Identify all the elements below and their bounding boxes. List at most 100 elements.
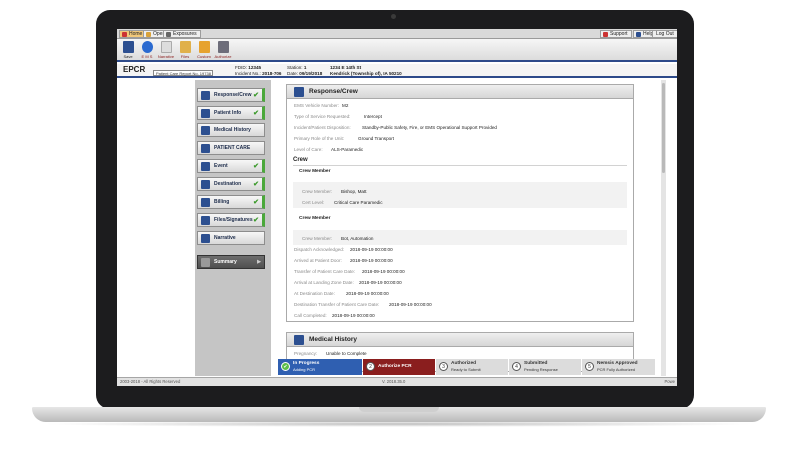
screen: Home Open Exposures Support Help Log Out… xyxy=(117,29,677,386)
nav-billing[interactable]: Billing ✔ xyxy=(197,195,265,209)
step-number: 5 xyxy=(585,362,594,371)
patient-care-icon xyxy=(201,144,210,153)
address-value: 1234 E 14th St xyxy=(330,65,362,70)
field-row: Destination Transfer of Patient Care Dat… xyxy=(294,302,432,307)
station-info: Station: 1 Date: 09/19/2018 xyxy=(287,65,322,77)
nav-response-crew[interactable]: Response/Crew ✔ xyxy=(197,88,265,102)
field-value: Intercept xyxy=(364,114,382,119)
save-tool[interactable]: Save xyxy=(119,41,137,61)
patient-icon xyxy=(201,109,210,118)
step-nemsis-approved: 5 Nemsis Approved PCR Fully Authorized xyxy=(582,359,655,375)
nav-patient-care[interactable]: PATIENT CARE xyxy=(197,141,265,155)
medical-history-header: Medical History xyxy=(287,333,633,347)
crew-heading: Crew xyxy=(293,157,308,163)
nav-patient-info[interactable]: Patient Info ✔ xyxy=(197,106,265,120)
exposures-button[interactable]: Exposures xyxy=(163,30,201,38)
powered-text: Powe xyxy=(664,379,675,384)
field-label: Destination Transfer of Patient Care Dat… xyxy=(294,302,380,307)
authorize-tool-label: Authorize xyxy=(214,54,232,59)
files-signatures-icon xyxy=(201,216,210,225)
step-authorized: 3 Authorized Ready to Submit xyxy=(436,359,508,375)
field-value: ALS-Paramedic xyxy=(331,147,364,152)
field-row: Primary Role of the Unit: Ground Transpor… xyxy=(294,136,394,141)
field-label: Pregnancy: xyxy=(294,351,318,356)
chevron-right-icon: ▶ xyxy=(257,259,261,265)
main-content: Response/Crew EMS Vehicle Number: M2 Type… xyxy=(273,80,670,376)
pcr-header: EPCR Patient Care Report No. 19738 FDID:… xyxy=(117,64,677,78)
field-label: Arrival at Landing Zone Date: xyxy=(294,280,354,285)
authorize-pcr-button[interactable]: 2 Authorize PCR xyxy=(363,359,435,375)
logout-button[interactable]: Log Out xyxy=(652,30,677,38)
camera-icon xyxy=(391,14,396,19)
check-icon: ✔ xyxy=(253,110,259,117)
home-icon xyxy=(122,32,127,37)
custom-tool[interactable]: Custom xyxy=(195,41,213,61)
billing-icon xyxy=(201,198,210,207)
field-row: Transfer of Patient Care Date: 2018-09-19… xyxy=(294,269,405,274)
nav-label: Medical History xyxy=(214,127,251,133)
field-label: Incident/Patient Disposition: xyxy=(294,125,351,130)
field-value: 2018-09-19 00:00:00 xyxy=(346,291,389,296)
field-row: Dispatch Acknowledged: 2018-09-19 00:00:0… xyxy=(294,247,393,252)
station-label: Station: xyxy=(287,65,303,70)
custom-icon xyxy=(198,41,210,53)
files-tool[interactable]: Files xyxy=(176,41,194,61)
version-text: V. 2018.35.0 xyxy=(382,379,406,384)
nav-files-signatures[interactable]: Files/Signatures ✔ xyxy=(197,213,265,227)
field-label: Crew Member: xyxy=(302,236,333,241)
date-value: 09/19/2018 xyxy=(299,71,323,76)
fdid-info: FDID: 12345 Incident No.: 2018-706 xyxy=(235,65,282,77)
crew-member-heading: Crew Member xyxy=(299,169,331,174)
nav-medical-history[interactable]: Medical History xyxy=(197,123,265,137)
divider xyxy=(293,165,627,166)
step-subtitle: Pending Response xyxy=(524,367,558,372)
field-row: Arrived at Patient Door: 2018-09-19 00:00… xyxy=(294,258,393,263)
field-value: Ground Transport xyxy=(358,136,395,141)
nav-event[interactable]: Event ✔ xyxy=(197,159,265,173)
nav-label: Patient Info xyxy=(214,110,242,116)
field-label: EMS Vehicle Number: xyxy=(294,103,339,108)
step-in-progress: ✔ In Progress Adding PCR xyxy=(278,359,362,375)
field-label: Call Completed: xyxy=(294,313,327,318)
main-scrollbar[interactable] xyxy=(661,80,666,376)
station-value: 1 xyxy=(303,65,307,70)
app-title: EPCR xyxy=(123,65,146,74)
field-value: Bishop, Matt xyxy=(341,189,367,194)
pcr-select[interactable]: Patient Care Report No. 19738 xyxy=(153,70,213,76)
response-crew-panel: Response/Crew EMS Vehicle Number: M2 Type… xyxy=(286,84,634,322)
nav-destination[interactable]: Destination ✔ xyxy=(197,177,265,191)
nav-label: Summary xyxy=(214,259,237,265)
check-icon: ✔ xyxy=(253,181,259,188)
field-value: Bot, Automation xyxy=(341,236,374,241)
ems-tool-label: E M S xyxy=(141,54,153,59)
nav-summary[interactable]: Summary ▶ xyxy=(197,255,265,269)
narrative-tool[interactable]: Narrative xyxy=(157,41,175,61)
ems-tool[interactable]: E M S xyxy=(138,41,156,61)
left-sidebar: Response/Crew ✔ Patient Info ✔ Medical His… xyxy=(195,80,271,376)
field-value: 2018-09-19 00:00:00 xyxy=(359,280,402,285)
field-label: At Destination Date: xyxy=(294,291,335,296)
check-icon: ✔ xyxy=(281,362,290,371)
check-icon: ✔ xyxy=(253,163,259,170)
medical-history-icon xyxy=(294,335,304,345)
authorize-tool[interactable]: Authorize xyxy=(214,41,232,61)
field-row: At Destination Date: 2018-09-19 00:00:00 xyxy=(294,291,389,296)
field-row: Level of Care: ALS-Paramedic xyxy=(294,147,363,152)
nav-label: Narrative xyxy=(214,235,236,241)
field-row: Crew Member: Bishop, Matt xyxy=(302,189,367,194)
home-label: Home xyxy=(129,31,143,37)
field-value: 2018-09-19 00:00:00 xyxy=(332,313,375,318)
ambulance-icon xyxy=(201,91,210,100)
destination-icon xyxy=(201,180,210,189)
field-row: Incident/Patient Disposition: Standby-Pub… xyxy=(294,125,497,130)
field-value: 2018-09-19 00:00:00 xyxy=(350,247,393,252)
nav-narrative[interactable]: Narrative xyxy=(197,231,265,245)
step-number: 3 xyxy=(439,362,448,371)
field-value: Unable to Complete xyxy=(326,351,367,356)
support-button[interactable]: Support xyxy=(600,30,632,38)
panel-title: Medical History xyxy=(309,336,358,343)
field-label: Arrived at Patient Door: xyxy=(294,258,342,263)
scroll-thumb[interactable] xyxy=(662,83,665,173)
icon-toolbar: Save E M S Narrative Files Custom Author… xyxy=(117,39,677,62)
field-row: Pregnancy: Unable to Complete xyxy=(294,351,367,356)
